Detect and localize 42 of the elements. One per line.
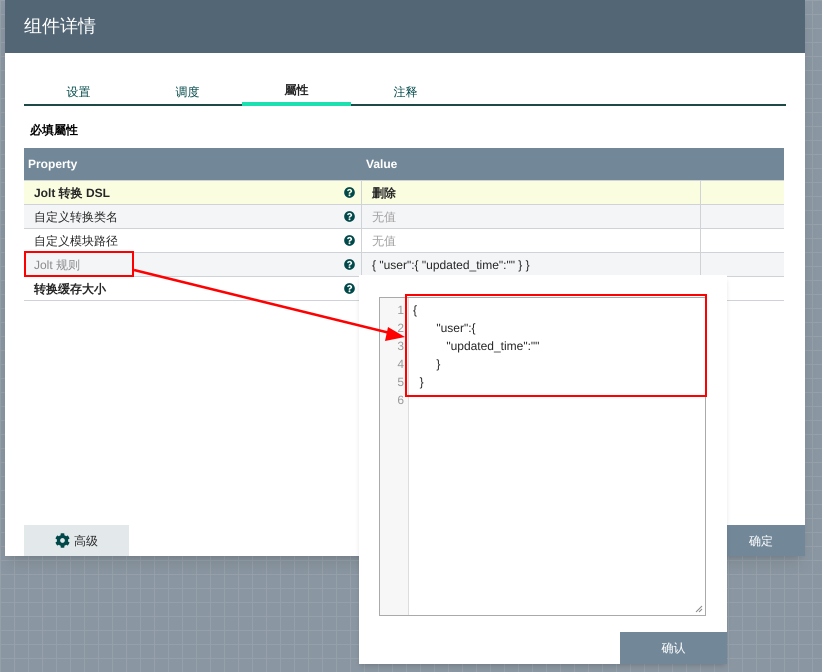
help-icon[interactable]: [344, 235, 355, 246]
table-row[interactable]: 自定义转换类名 无值: [24, 204, 784, 228]
property-name: 转换缓存大小: [34, 280, 106, 298]
property-name: 自定义模块路径: [34, 232, 118, 250]
help-icon[interactable]: [344, 259, 355, 270]
resize-grip-icon[interactable]: [695, 605, 703, 613]
column-header: Property: [27, 156, 78, 173]
table-row[interactable]: 自定义模块路径 无值: [24, 228, 784, 252]
tab[interactable]: 设置: [24, 78, 133, 106]
section-title: 必填屬性: [28, 122, 78, 139]
tab[interactable]: 调度: [133, 78, 242, 106]
line-number: 1: [397, 302, 404, 319]
tab[interactable]: 注释: [351, 78, 460, 106]
code-line: {: [413, 302, 418, 319]
table-row[interactable]: Jolt 转换 DSL 删除: [24, 180, 784, 204]
property-name: Jolt 转换 DSL: [34, 184, 110, 202]
property-name: 自定义转换类名: [34, 208, 118, 226]
line-number: 4: [397, 356, 404, 373]
line-number: 2: [397, 320, 404, 337]
property-value: { "user":{ "updated_time":"" } }: [372, 256, 530, 274]
property-value: 无值: [372, 232, 396, 250]
property-name: Jolt 规则: [34, 256, 80, 274]
line-number: 6: [397, 392, 404, 409]
help-icon[interactable]: [344, 187, 355, 198]
code-line: "user":{: [435, 320, 476, 337]
dialog-title: 组件详情: [24, 15, 96, 38]
help-icon[interactable]: [344, 211, 355, 222]
help-icon[interactable]: [344, 283, 355, 294]
code-editor[interactable]: 1 2 3 4 5 6 { "user":{ "updated_time":"" } }: [379, 297, 706, 616]
table-row[interactable]: Jolt 规则 { "user":{ "updated_time":"" } }: [24, 252, 784, 276]
advanced-button[interactable]: 高级: [24, 525, 129, 556]
tab[interactable]: 屬性: [242, 78, 351, 106]
property-value: 无值: [372, 208, 396, 226]
line-number: 5: [397, 374, 404, 391]
property-value: 删除: [372, 184, 396, 202]
gear-icon: [55, 533, 70, 548]
code-line: }: [435, 356, 440, 373]
code-line: "updated_time":"": [445, 338, 540, 355]
column-header: Value: [365, 156, 398, 173]
code-line: }: [418, 374, 424, 391]
confirm-button[interactable]: 确认: [620, 632, 727, 664]
line-number: 3: [397, 338, 404, 355]
